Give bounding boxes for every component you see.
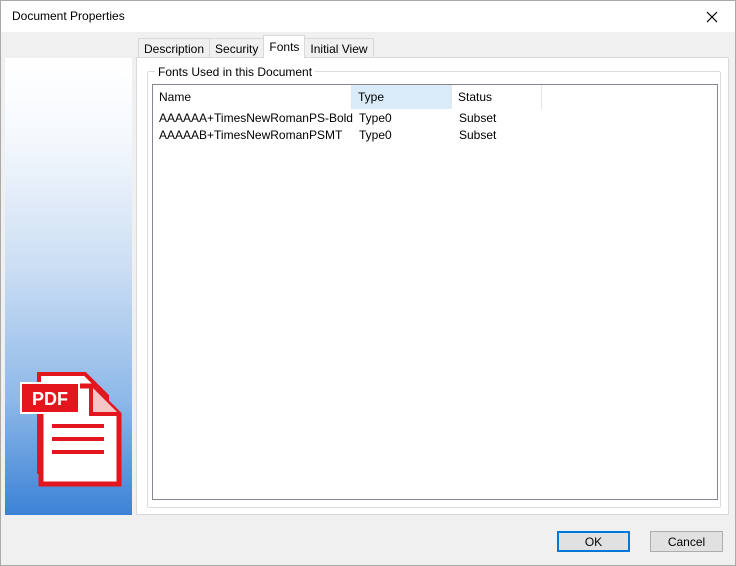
font-name-cell: AAAAAB+TimesNewRomanPSMT [159,128,343,142]
font-name-cell: AAAAAA+TimesNewRomanPS-BoldMT [159,111,353,125]
column-header-name[interactable]: Name [153,85,352,109]
close-button[interactable] [689,1,735,32]
cancel-button[interactable]: Cancel [650,531,723,552]
pdf-badge-text: PDF [32,389,68,409]
list-item[interactable]: AAAAAB+TimesNewRomanPSMT Type0 Subset [153,127,717,144]
font-status-cell: Subset [459,111,497,125]
title-bar: Document Properties [1,1,735,32]
fonts-groupbox: Fonts Used in this Document Name Type St… [147,65,721,508]
window-title: Document Properties [12,9,125,23]
list-item[interactable]: AAAAAA+TimesNewRomanPS-BoldMT Type0 Subs… [153,110,717,127]
font-type-cell: Type0 [359,128,392,142]
ok-button[interactable]: OK [557,531,630,552]
column-header-type[interactable]: Type [352,85,452,109]
tab-security[interactable]: Security [209,38,265,58]
side-banner: PDF [5,58,132,515]
groupbox-label: Fonts Used in this Document [155,65,316,79]
fonts-list[interactable]: Name Type Status AAAAAA+TimesNewRomanPS-… [152,84,718,500]
pdf-document-icon: PDF [20,372,122,487]
font-type-cell: Type0 [359,111,392,125]
tab-initial-view[interactable]: Initial View [304,38,374,58]
list-rows: AAAAAA+TimesNewRomanPS-BoldMT Type0 Subs… [153,110,717,144]
tab-description[interactable]: Description [138,38,211,58]
fonts-tab-page: Fonts Used in this Document Name Type St… [136,57,729,515]
document-properties-dialog: Document Properties PDF Description Secu… [0,0,736,566]
font-status-cell: Subset [459,128,497,142]
tab-strip: Description Security Fonts Initial View [138,35,374,58]
column-header-status[interactable]: Status [452,85,542,109]
tab-fonts[interactable]: Fonts [263,35,306,58]
list-header: Name Type Status [153,85,717,109]
close-icon [706,11,718,22]
